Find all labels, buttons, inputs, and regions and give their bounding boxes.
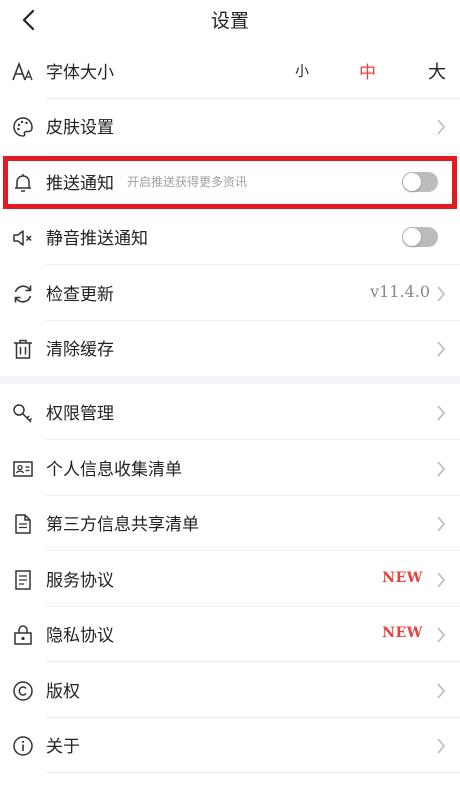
about-row[interactable]: 关于 [0, 718, 460, 773]
header-bar: 设置 [0, 0, 460, 40]
permission-row[interactable]: 权限管理 [0, 385, 460, 440]
font-size-row: 字体大小 小 中 大 [0, 44, 460, 99]
divider [46, 264, 460, 265]
third-party-label: 第三方信息共享清单 [46, 515, 199, 535]
key-icon [11, 401, 35, 425]
chevron-right-icon [437, 516, 446, 532]
check-update-label: 检查更新 [46, 285, 114, 305]
silent-push-toggle[interactable] [402, 227, 438, 247]
about-label: 关于 [46, 737, 80, 757]
speaker-muted-icon [11, 226, 35, 250]
divider [46, 550, 460, 551]
chevron-right-icon [437, 286, 446, 302]
silent-push-row: 静音推送通知 [0, 210, 460, 265]
chevron-right-icon [437, 119, 446, 135]
toggle-knob [403, 228, 421, 246]
third-party-row[interactable]: 第三方信息共享清单 [0, 496, 460, 551]
clear-cache-label: 清除缓存 [46, 340, 114, 360]
trash-icon [11, 337, 35, 361]
font-size-label: 字体大小 [46, 63, 114, 83]
refresh-icon [11, 282, 35, 306]
silent-push-label: 静音推送通知 [46, 229, 148, 249]
font-size-icon [11, 60, 35, 84]
divider [46, 661, 460, 662]
copyright-icon [11, 679, 35, 703]
check-update-row[interactable]: 检查更新 v11.4.0 [0, 266, 460, 321]
divider [46, 153, 460, 154]
service-agreement-row[interactable]: 服务协议 NEW [0, 552, 460, 607]
divider [46, 439, 460, 440]
id-card-icon [11, 457, 35, 481]
skin-settings-label: 皮肤设置 [46, 118, 114, 138]
new-badge: NEW [382, 625, 423, 641]
palette-icon [11, 115, 35, 139]
personal-info-label: 个人信息收集清单 [46, 460, 182, 480]
font-size-small-option[interactable]: 小 [295, 61, 309, 81]
chevron-right-icon [437, 683, 446, 699]
chevron-right-icon [437, 341, 446, 357]
lock-icon [11, 623, 35, 647]
font-size-large-option[interactable]: 大 [428, 58, 446, 84]
chevron-right-icon [437, 738, 446, 754]
chevron-right-icon [437, 405, 446, 421]
version-text: v11.4.0 [370, 282, 430, 301]
new-badge: NEW [382, 570, 423, 586]
service-agreement-label: 服务协议 [46, 571, 114, 591]
privacy-agreement-label: 隐私协议 [46, 626, 114, 646]
chevron-right-icon [437, 572, 446, 588]
personal-info-row[interactable]: 个人信息收集清单 [0, 441, 460, 496]
privacy-agreement-row[interactable]: 隐私协议 NEW [0, 607, 460, 662]
skin-settings-row[interactable]: 皮肤设置 [0, 99, 460, 154]
chevron-right-icon [437, 627, 446, 643]
info-icon [11, 734, 35, 758]
section-separator [0, 376, 460, 384]
chevron-right-icon [437, 461, 446, 477]
permission-label: 权限管理 [46, 404, 114, 424]
page-title: 设置 [210, 10, 249, 32]
copyright-label: 版权 [46, 682, 80, 702]
clear-cache-row[interactable]: 清除缓存 [0, 321, 460, 376]
document-icon [11, 512, 35, 536]
font-size-medium-option[interactable]: 中 [359, 58, 376, 83]
list-document-icon [11, 568, 35, 592]
copyright-row[interactable]: 版权 [0, 663, 460, 718]
divider [46, 772, 460, 773]
highlight-box [3, 156, 457, 209]
